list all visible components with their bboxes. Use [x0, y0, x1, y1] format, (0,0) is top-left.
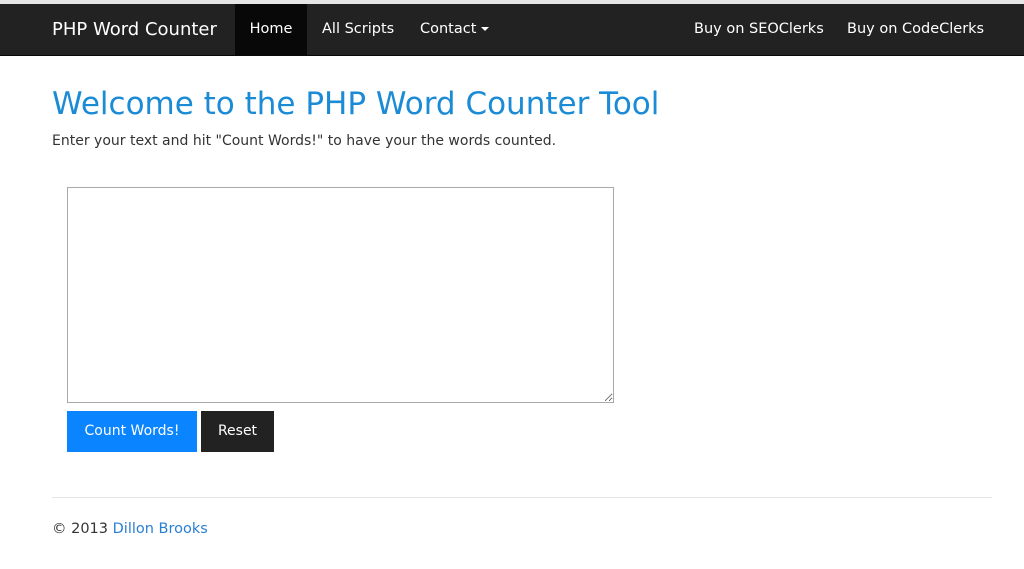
instructions-text: Enter your text and hit "Count Words!" t…	[52, 133, 557, 149]
footer: © 2013 Dillon Brooks	[52, 519, 208, 539]
nav-item-label: Home	[249, 21, 293, 37]
nav-item-label: All Scripts	[322, 21, 395, 37]
nav-item-buy-seoclerks[interactable]: Buy on SEOClerks	[694, 4, 824, 55]
nav-item-label: Buy on SEOClerks	[694, 21, 824, 37]
nav-item-label: Contact	[420, 21, 477, 37]
count-words-button[interactable]: Count Words!	[67, 411, 197, 452]
navbar: PHP Word Counter Home All Scripts Contac…	[0, 4, 1024, 56]
page-title: Welcome to the PHP Word Counter Tool	[52, 86, 660, 122]
copyright-text: © 2013	[52, 521, 109, 537]
nav-item-all-scripts[interactable]: All Scripts	[322, 4, 394, 55]
reset-button[interactable]: Reset	[201, 411, 274, 452]
nav-item-buy-codeclerks[interactable]: Buy on CodeClerks	[847, 4, 984, 55]
caret-down-icon	[481, 27, 490, 31]
brand-link[interactable]: PHP Word Counter	[52, 4, 217, 55]
author-link[interactable]: Dillon Brooks	[113, 521, 208, 537]
nav-item-contact[interactable]: Contact	[420, 4, 490, 55]
footer-divider	[52, 497, 992, 498]
nav-item-home[interactable]: Home	[235, 4, 307, 55]
nav-item-label: Buy on CodeClerks	[847, 21, 985, 37]
text-input-area[interactable]	[67, 187, 614, 403]
